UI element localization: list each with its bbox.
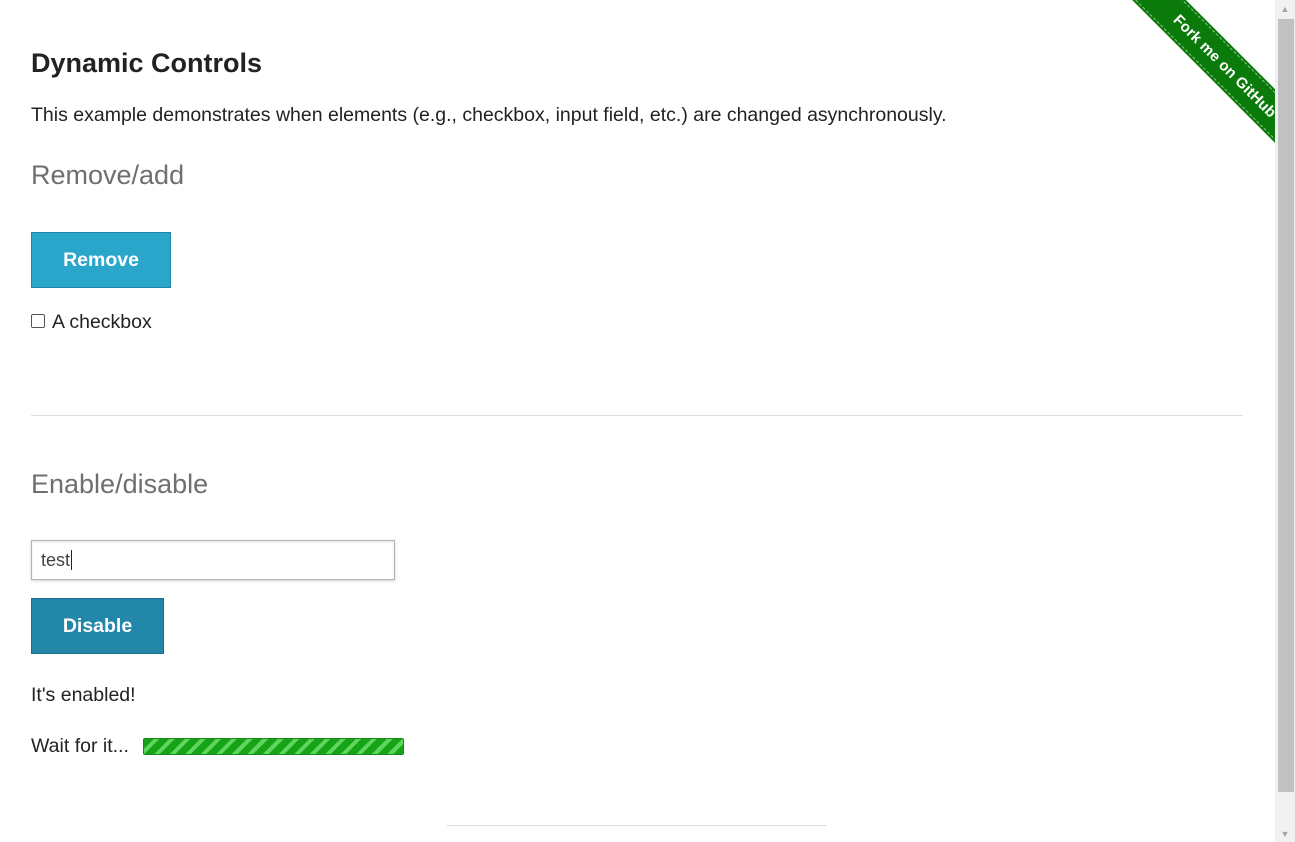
checkbox[interactable] [31,313,45,328]
loading-label: Wait for it... [31,735,129,757]
fork-me-ribbon-link[interactable]: Fork me on GitHub [1121,0,1275,170]
enable-disable-heading: Enable/disable [31,469,209,499]
loading-progress-fill [143,739,403,754]
scroll-thumb[interactable] [1278,19,1294,792]
page-description: This example demonstrates when elements … [31,104,947,126]
footer-divider [447,825,827,826]
page-title: Dynamic Controls [31,48,263,78]
loading-indicator: Wait for it... [31,735,404,758]
loading-progress-bar [142,738,404,755]
text-caret [71,550,73,570]
github-ribbon-container: Fork me on GitHub [1105,0,1275,170]
text-input-field[interactable]: test [31,540,395,580]
checkbox-row[interactable]: A checkbox [31,311,152,334]
remove-button[interactable]: Remove [31,232,171,288]
scroll-down-arrow-icon[interactable]: ▼ [1275,825,1295,842]
text-input-value: test [41,549,71,570]
scroll-up-arrow-icon[interactable]: ▲ [1275,0,1295,17]
page-viewport: Dynamic Controls This example demonstrat… [0,0,1295,842]
section-divider [31,415,1243,416]
disable-button[interactable]: Disable [31,598,164,654]
vertical-scrollbar[interactable]: ▲ ▼ [1275,0,1295,842]
remove-add-heading: Remove/add [31,160,185,190]
checkbox-label: A checkbox [52,311,152,333]
status-message: It's enabled! [31,684,136,706]
